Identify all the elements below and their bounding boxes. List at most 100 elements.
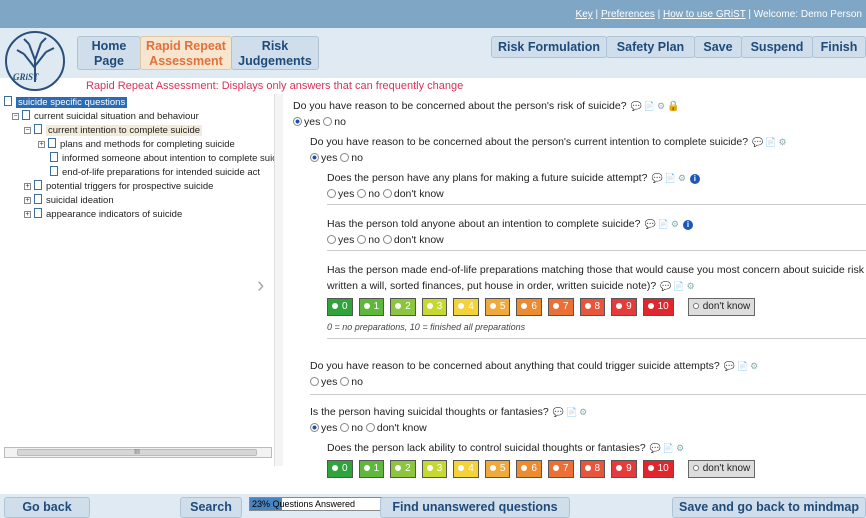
scale-option-10[interactable]: 10 — [642, 298, 674, 316]
scale-option-7[interactable]: 7 — [547, 460, 574, 478]
radio-no[interactable] — [357, 235, 367, 244]
scale-option-6[interactable]: 6 — [516, 460, 542, 478]
scale-option-6[interactable]: 6 — [516, 298, 542, 316]
scale-option-5[interactable]: 5 — [484, 460, 511, 478]
expand-icon[interactable]: + — [24, 211, 31, 218]
tree-node-ideation[interactable]: + suicidal ideation — [24, 194, 114, 207]
radio-no[interactable] — [340, 377, 350, 386]
scale-option-8[interactable]: 8 — [579, 460, 606, 478]
go-back-button[interactable]: Go back — [4, 497, 90, 518]
tree-node-informed[interactable]: informed someone about intention to comp… — [50, 152, 276, 165]
scale-option-3[interactable]: 3 — [421, 460, 448, 478]
scale-option-4[interactable]: 4 — [453, 460, 479, 478]
divider — [327, 338, 866, 339]
document-icon — [48, 138, 56, 148]
radio-dont-know[interactable] — [365, 423, 375, 432]
radio-yes[interactable] — [310, 153, 319, 162]
collapse-panel-chevron-icon[interactable]: › — [257, 272, 264, 298]
scale-option-0[interactable]: 0 — [327, 460, 353, 478]
safety-plan-button[interactable]: Safety Plan — [606, 36, 695, 58]
scale-option-label: don't know — [702, 463, 751, 474]
finish-button[interactable]: Finish — [812, 36, 866, 58]
preferences-link[interactable]: Preferences — [601, 9, 655, 20]
radio-yes[interactable] — [310, 377, 319, 386]
key-link[interactable]: Key — [576, 9, 593, 20]
home-page-button[interactable]: Home Page — [77, 36, 141, 70]
scale-option-1[interactable]: 1 — [358, 298, 385, 316]
info-icon[interactable]: i — [689, 174, 700, 184]
tree-node-current-intention[interactable]: − current intention to complete suicide — [24, 124, 203, 137]
collapse-icon[interactable]: − — [24, 127, 31, 134]
scale-option-2[interactable]: 2 — [390, 298, 416, 316]
radio-dont-know[interactable] — [382, 189, 392, 198]
scale-dont-know[interactable]: don't know — [687, 460, 756, 478]
sep: | — [592, 9, 601, 20]
radio-yes[interactable] — [327, 189, 336, 198]
scale-option-4[interactable]: 4 — [453, 298, 479, 316]
suspend-button[interactable]: Suspend — [741, 36, 813, 58]
find-unanswered-button[interactable]: Find unanswered questions — [380, 497, 570, 518]
radio-yes[interactable] — [310, 423, 319, 432]
tree-label: suicide specific questions — [16, 97, 128, 108]
radio-no[interactable] — [340, 153, 350, 162]
tree-label: suicidal ideation — [46, 195, 114, 206]
expand-icon[interactable]: + — [24, 197, 31, 204]
tree-horizontal-scrollbar[interactable]: III — [4, 447, 272, 458]
scale-option-2[interactable]: 2 — [390, 460, 416, 478]
risk-judgements-button[interactable]: Risk Judgements — [231, 36, 319, 70]
radio-dont-know[interactable] — [382, 235, 392, 244]
expand-icon[interactable]: + — [38, 141, 45, 148]
comment-icons[interactable]: 💬📄⚙ — [631, 101, 667, 111]
info-icon[interactable]: i — [682, 220, 693, 230]
tree-node-triggers[interactable]: + potential triggers for prospective suic… — [24, 180, 213, 193]
save-button[interactable]: Save — [694, 36, 742, 58]
scale-option-10[interactable]: 10 — [642, 460, 674, 478]
tree-node-current-situation[interactable]: − current suicidal situation and behaviou… — [12, 110, 199, 123]
tree-node-plans[interactable]: + plans and methods for completing suicid… — [38, 138, 235, 151]
scale-option-0[interactable]: 0 — [327, 298, 353, 316]
comment-icons[interactable]: 💬📄⚙ — [660, 281, 696, 291]
save-and-go-back-button[interactable]: Save and go back to mindmap — [672, 497, 866, 518]
tree-label: current intention to complete suicide — [46, 125, 203, 136]
scroll-thumb[interactable]: III — [17, 449, 257, 456]
scale-option-9[interactable]: 9 — [611, 298, 637, 316]
scale-option-9[interactable]: 9 — [611, 460, 637, 478]
answer-q4: yes no don't know — [327, 234, 444, 246]
answer-q7: yes no don't know — [310, 422, 427, 434]
tree-vertical-scrollbar[interactable] — [274, 94, 283, 466]
radio-yes[interactable] — [327, 235, 336, 244]
comment-icons[interactable]: 💬📄⚙ — [651, 173, 687, 183]
radio-label: don't know — [393, 234, 444, 246]
question-end-of-life: Has the person made end-of-life preparat… — [327, 264, 866, 276]
how-to-link[interactable]: How to use GRiST — [663, 9, 746, 20]
radio-no[interactable] — [323, 117, 333, 126]
scale-option-5[interactable]: 5 — [484, 298, 511, 316]
search-button[interactable]: Search — [180, 497, 242, 518]
document-icon — [50, 166, 58, 176]
comment-icons[interactable]: 💬📄⚙ — [553, 407, 589, 417]
radio-label: yes — [321, 152, 338, 164]
scale-option-label: 10 — [657, 463, 669, 474]
comment-icons[interactable]: 💬📄⚙ — [752, 137, 788, 147]
radio-no[interactable] — [340, 423, 350, 432]
tree-node-appearance[interactable]: + appearance indicators of suicide — [24, 208, 182, 221]
radio-yes[interactable] — [293, 117, 302, 126]
collapse-icon[interactable]: − — [12, 113, 19, 120]
comment-icons[interactable]: 💬📄⚙ — [724, 361, 760, 371]
scale-option-1[interactable]: 1 — [358, 460, 385, 478]
scale-option-8[interactable]: 8 — [579, 298, 606, 316]
radio-label: no — [351, 422, 363, 434]
comment-icons[interactable]: 💬📄⚙ — [644, 219, 680, 229]
question-current-intention: Do you have reason to be concerned about… — [310, 136, 789, 148]
scale-option-7[interactable]: 7 — [547, 298, 574, 316]
scale-option-label: 2 — [405, 463, 411, 474]
comment-icons[interactable]: 💬📄⚙ — [650, 443, 686, 453]
tree-node-root[interactable]: suicide specific questions — [4, 96, 128, 109]
scale-option-3[interactable]: 3 — [421, 298, 448, 316]
tree-node-end-of-life[interactable]: end-of-life preparations for intended su… — [50, 166, 260, 179]
expand-icon[interactable]: + — [24, 183, 31, 190]
rapid-repeat-assessment-button[interactable]: Rapid Repeat Assessment — [140, 36, 232, 70]
radio-no[interactable] — [357, 189, 367, 198]
scale-dont-know[interactable]: don't know — [687, 298, 756, 316]
risk-formulation-button[interactable]: Risk Formulation — [491, 36, 607, 58]
